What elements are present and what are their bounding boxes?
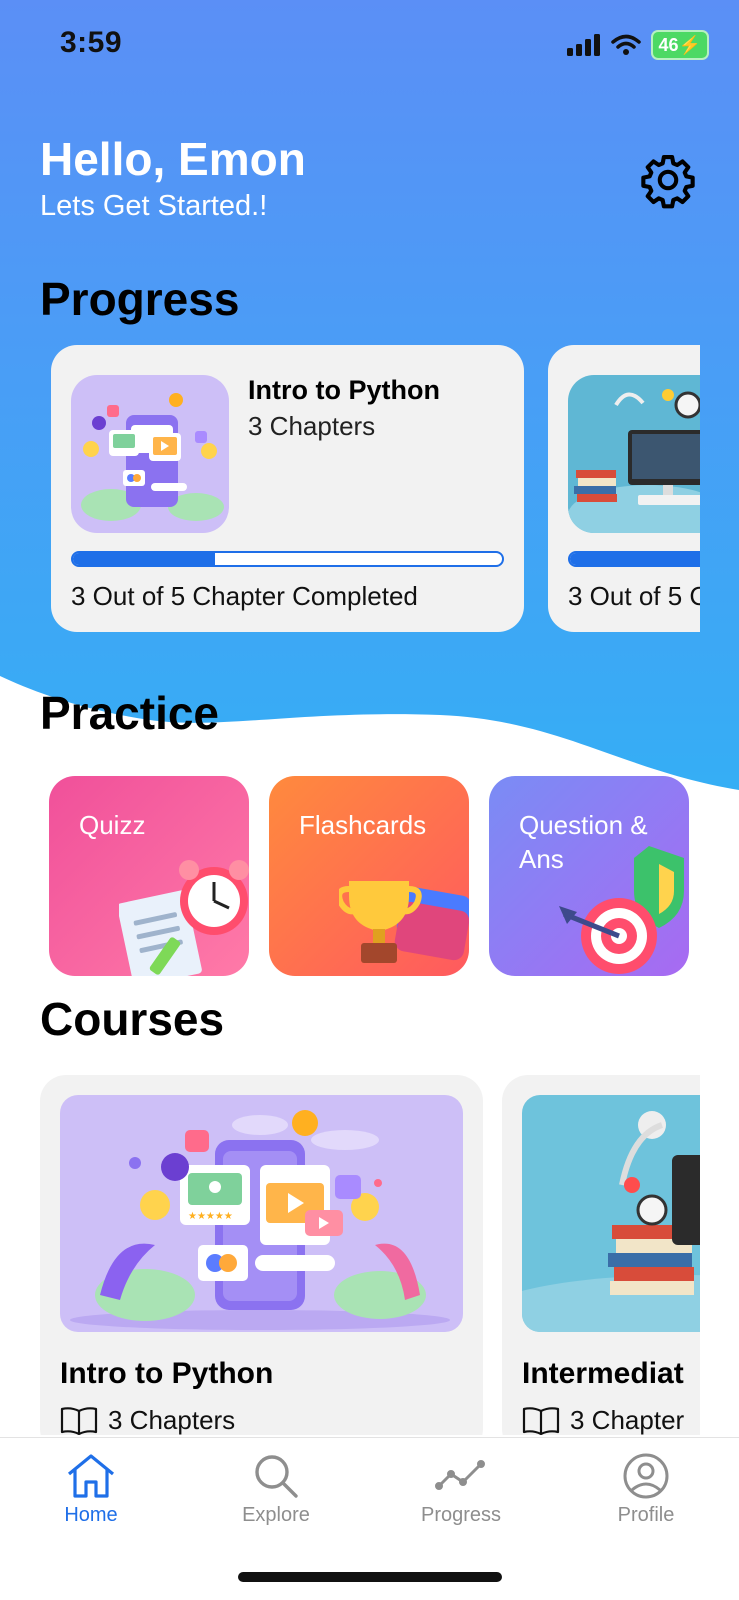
nav-progress-label: Progress: [420, 1504, 502, 1526]
practice-card-question-ans[interactable]: Question & Ans: [489, 776, 689, 976]
nav-progress[interactable]: Progress: [391, 1452, 531, 1527]
course-card[interactable]: Intermediat 3 Chapter: [502, 1075, 700, 1435]
home-indicator: [238, 1572, 502, 1582]
quiz-alarm-clock-icon: [119, 860, 249, 976]
courses-section-title: Courses: [40, 993, 225, 1045]
course-chapters: 3 Chapter: [522, 1405, 684, 1435]
course-chapters-label: 3 Chapters: [108, 1405, 236, 1435]
target-icon: [559, 846, 684, 974]
gear-icon: [641, 154, 695, 209]
wifi-icon: [610, 34, 641, 55]
course-thumbnail: [71, 375, 229, 533]
nav-explore-label: Explore: [242, 1504, 310, 1526]
status-icons: 46⚡: [566, 30, 709, 60]
progress-bar: [71, 551, 504, 567]
practice-card-flashcards[interactable]: Flashcards: [269, 776, 469, 976]
progress-card-status: 3 Out of 5 Chapter Completed: [71, 581, 418, 611]
settings-button[interactable]: [638, 150, 698, 210]
practice-card-label: Flashcards: [299, 810, 427, 840]
search-icon: [255, 1455, 298, 1498]
battery-level: 46: [658, 35, 679, 55]
svg-text:★★★★★: ★★★★★: [188, 1211, 233, 1222]
progress-bar-fill: [570, 553, 700, 565]
course-thumbnail: [568, 375, 700, 533]
nav-explore[interactable]: Explore: [206, 1452, 346, 1527]
nav-profile[interactable]: Profile: [576, 1452, 716, 1527]
progress-card[interactable]: 3 Out of 5 C: [548, 345, 700, 632]
nav-home[interactable]: Home: [21, 1452, 161, 1527]
course-title: Intro to Python: [60, 1357, 274, 1390]
progress-card-chapters: 3 Chapters: [248, 411, 376, 441]
course-chapters: 3 Chapters: [60, 1405, 235, 1435]
trophy-icon: [339, 881, 469, 963]
course-image: ★★★★★: [60, 1095, 463, 1332]
book-icon: [522, 1406, 560, 1435]
course-title: Intermediat: [522, 1357, 684, 1390]
progress-card[interactable]: Intro to Python 3 Chapters 3 Out of 5 Ch…: [51, 345, 524, 632]
home-icon: [67, 1454, 115, 1498]
course-image: [522, 1095, 700, 1332]
progress-carousel[interactable]: Intro to Python 3 Chapters 3 Out of 5 Ch…: [0, 345, 700, 635]
practice-card-quizz[interactable]: Quizz: [49, 776, 249, 976]
course-card[interactable]: ★★★★★ Intro to Python 3 Chapters: [40, 1075, 483, 1435]
progress-bar: [568, 551, 700, 567]
status-time: 3:59: [60, 26, 123, 59]
progress-section-title: Progress: [40, 273, 240, 325]
course-chapters-label: 3 Chapter: [570, 1405, 685, 1435]
progress-bar-fill: [73, 553, 215, 565]
greeting-subtitle: Lets Get Started.!: [40, 190, 268, 222]
chart-line-icon: [435, 1460, 485, 1490]
progress-card-title: Intro to Python: [248, 375, 440, 405]
greeting-title: Hello, Emon: [40, 133, 306, 185]
signal-icon: [566, 34, 600, 56]
courses-carousel[interactable]: ★★★★★ Intro to Python 3 Chapters Interme…: [0, 1075, 700, 1435]
book-icon: [60, 1406, 98, 1435]
practice-section-title: Practice: [40, 687, 220, 739]
progress-card-status: 3 Out of 5 C: [568, 581, 700, 611]
nav-profile-label: Profile: [617, 1504, 675, 1526]
nav-home-label: Home: [64, 1504, 118, 1526]
battery-icon: 46⚡: [650, 30, 709, 60]
user-circle-icon: [623, 1453, 669, 1499]
practice-card-label: Quizz: [79, 810, 146, 840]
